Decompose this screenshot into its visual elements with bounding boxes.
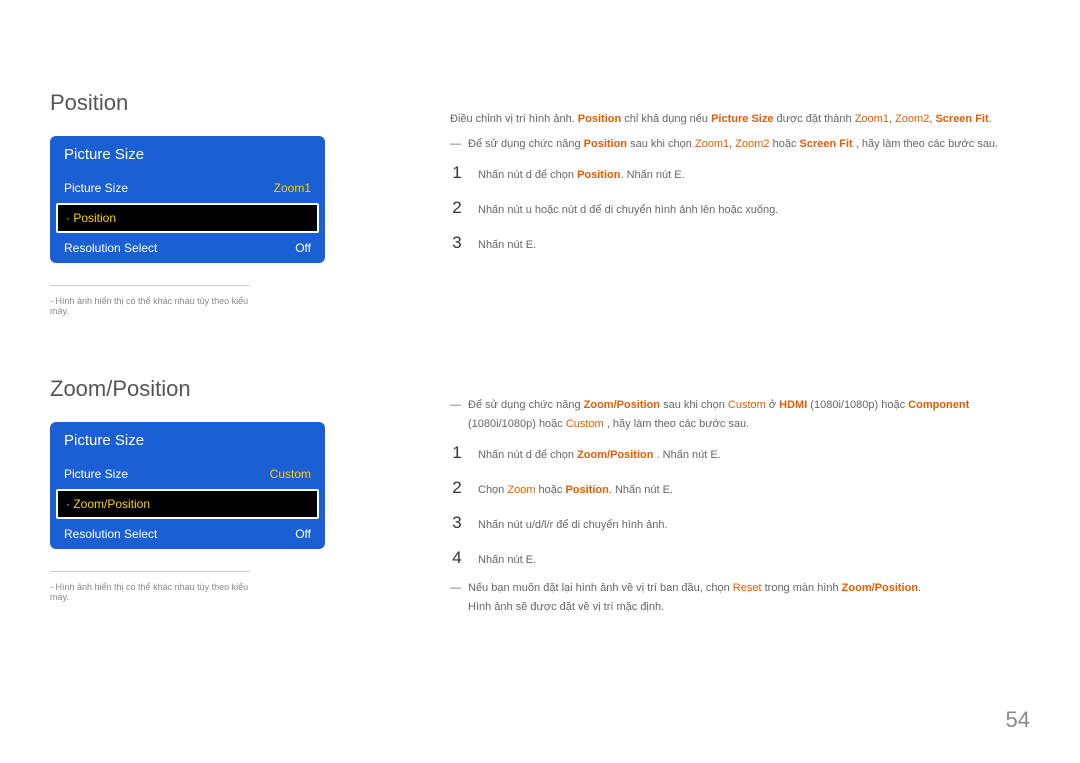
section-title: Position [50, 90, 340, 116]
step-number: 4 [450, 544, 464, 573]
caption-text: - Hình ảnh hiển thị có thể khác nhau tùy… [50, 285, 250, 316]
menu-row-resolution[interactable]: Resolution Select Off [50, 233, 325, 263]
step-text: Nhấn nút d để chọn Position. Nhấn nút E. [478, 166, 1030, 185]
zoom-position-section: Zoom/Position Picture Size Picture Size … [50, 376, 1030, 622]
step-text: Nhấn nút E. [478, 236, 1030, 255]
step-text: Nhấn nút d để chọn Zoom/Position . Nhấn … [478, 446, 1030, 465]
usage-note: Để sử dụng chức năng Position sau khi ch… [450, 135, 1030, 154]
menu-row-picture-size[interactable]: Picture Size Zoom1 [50, 173, 325, 203]
step-number: 3 [450, 509, 464, 538]
step-number: 1 [450, 159, 464, 188]
menu-label: · Zoom/Position [66, 497, 150, 511]
step-number: 3 [450, 229, 464, 258]
menu-label: Resolution Select [64, 527, 157, 541]
usage-note: Để sử dụng chức năng Zoom/Position sau k… [450, 396, 1030, 433]
menu-row-picture-size[interactable]: Picture Size Custom [50, 459, 325, 489]
menu-row-zoom-position[interactable]: · Zoom/Position [56, 489, 319, 519]
menu-value: Custom [270, 467, 311, 481]
menu-header: Picture Size [50, 136, 325, 173]
section-title: Zoom/Position [50, 376, 340, 402]
step-text: Nhấn nút E. [478, 551, 1030, 570]
menu-row-resolution[interactable]: Resolution Select Off [50, 519, 325, 549]
step-text: Nhấn nút u/d/l/r để di chuyển hình ảnh. [478, 516, 1030, 535]
step-number: 2 [450, 474, 464, 503]
step-number: 2 [450, 194, 464, 223]
menu-label: Resolution Select [64, 241, 157, 255]
caption-text: - Hình ảnh hiển thị có thể khác nhau tùy… [50, 571, 250, 602]
intro-text: Điều chỉnh vị trí hình ảnh. Position chỉ… [450, 110, 1030, 129]
step-item: 1 Nhấn nút d để chọn Zoom/Position . Nhấ… [450, 439, 1030, 468]
step-text: Chọn Zoom hoặc Position. Nhấn nút E. [478, 481, 1030, 500]
step-number: 1 [450, 439, 464, 468]
step-item: 1 Nhấn nút d để chọn Position. Nhấn nút … [450, 159, 1030, 188]
menu-label: Picture Size [64, 181, 128, 195]
step-item: 2 Chọn Zoom hoặc Position. Nhấn nút E. [450, 474, 1030, 503]
step-item: 3 Nhấn nút u/d/l/r để di chuyển hình ảnh… [450, 509, 1030, 538]
step-text: Nhấn nút u hoặc nút d để di chuyển hình … [478, 201, 1030, 220]
osd-menu: Picture Size Picture Size Zoom1 · Positi… [50, 136, 325, 263]
menu-value: Zoom1 [274, 181, 311, 195]
menu-value: Off [295, 241, 311, 255]
menu-row-position[interactable]: · Position [56, 203, 319, 233]
menu-label: · Position [66, 211, 116, 225]
reset-note: Nếu bạn muốn đặt lại hình ảnh về vị trí … [450, 579, 1030, 616]
step-item: 4 Nhấn nút E. [450, 544, 1030, 573]
menu-header: Picture Size [50, 422, 325, 459]
step-item: 3 Nhấn nút E. [450, 229, 1030, 258]
position-section: Position Picture Size Picture Size Zoom1… [50, 90, 1030, 316]
step-item: 2 Nhấn nút u hoặc nút d để di chuyển hìn… [450, 194, 1030, 223]
page-number: 54 [1006, 707, 1030, 733]
osd-menu: Picture Size Picture Size Custom · Zoom/… [50, 422, 325, 549]
menu-value: Off [295, 527, 311, 541]
menu-label: Picture Size [64, 467, 128, 481]
